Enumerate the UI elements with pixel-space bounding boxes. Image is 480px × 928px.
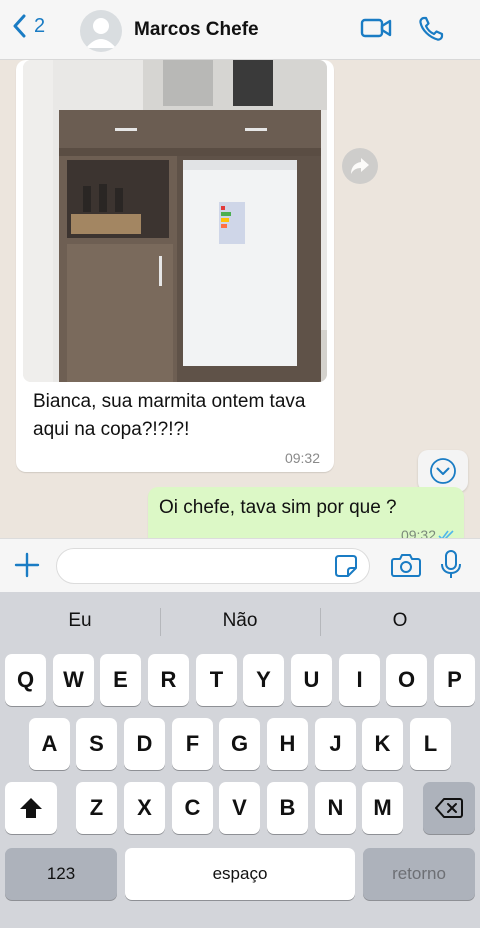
voice-note-button[interactable] [440,550,462,585]
video-camera-icon [360,18,392,38]
suggestion-2[interactable]: Não [160,592,320,650]
default-avatar-icon [86,18,116,48]
back-button[interactable]: 2 [12,14,45,38]
return-key[interactable]: retorno [363,848,475,900]
forward-button[interactable] [342,148,378,184]
key-j[interactable]: J [315,718,356,770]
key-x[interactable]: X [124,782,165,834]
space-key[interactable]: espaço [125,848,355,900]
key-d[interactable]: D [124,718,165,770]
message-photo[interactable] [23,60,327,382]
incoming-message-text: Bianca, sua marmita ontem tava aqui na c… [33,391,306,440]
keyboard: Eu Não O Q W E R T Y U I O P A S D F G H… [0,592,480,928]
attach-button[interactable] [14,552,40,583]
numbers-key[interactable]: 123 [5,848,117,900]
outgoing-message[interactable]: Oi chefe, tava sim por que ? 09:32 [148,487,464,538]
chevron-left-icon [13,14,26,38]
key-s[interactable]: S [76,718,117,770]
message-input[interactable] [56,548,370,584]
key-n[interactable]: N [315,782,356,834]
key-q[interactable]: Q [5,654,46,706]
key-l[interactable]: L [410,718,451,770]
outgoing-message-text: Oi chefe, tava sim por que ? [159,497,397,518]
key-b[interactable]: B [267,782,308,834]
sticker-icon [335,555,357,577]
shift-arrow-icon [20,798,42,818]
key-w[interactable]: W [53,654,94,706]
key-u[interactable]: U [291,654,332,706]
key-f[interactable]: F [172,718,213,770]
key-o[interactable]: O [386,654,427,706]
key-m[interactable]: M [362,782,403,834]
incoming-message[interactable]: Bianca, sua marmita ontem tava aqui na c… [16,60,334,472]
phone-icon [419,16,444,41]
backspace-icon [435,798,463,818]
key-r[interactable]: R [148,654,189,706]
backspace-key[interactable] [423,782,475,834]
microphone-icon [441,550,461,578]
chat-area[interactable]: Bianca, sua marmita ontem tava aqui na c… [0,60,480,538]
key-z[interactable]: Z [76,782,117,834]
key-h[interactable]: H [267,718,308,770]
key-t[interactable]: T [196,654,237,706]
sticker-button[interactable] [334,554,358,583]
forward-arrow-icon [351,158,369,174]
photo-image [23,60,327,382]
composer-bar [0,538,480,592]
unread-count: 2 [34,14,46,37]
key-a[interactable]: A [29,718,70,770]
scroll-to-bottom-button[interactable] [418,450,468,492]
plus-icon [14,552,40,578]
incoming-message-time: 09:32 [284,450,320,466]
outgoing-message-time: 09:32 [400,527,436,538]
voice-call-button[interactable] [418,16,444,47]
video-call-button[interactable] [360,16,392,45]
suggestion-1[interactable]: Eu [0,592,160,650]
key-k[interactable]: K [362,718,403,770]
key-v[interactable]: V [219,782,260,834]
contact-name[interactable]: Marcos Chefe [134,19,259,41]
camera-icon [391,554,421,577]
chat-header: 2 Marcos Chefe [0,0,480,60]
key-g[interactable]: G [219,718,260,770]
camera-button[interactable] [391,552,421,583]
key-e[interactable]: E [100,654,141,706]
read-receipt-icon [438,530,454,538]
key-c[interactable]: C [172,782,213,834]
avatar[interactable] [80,10,122,52]
key-p[interactable]: P [434,654,475,706]
key-i[interactable]: I [339,654,380,706]
suggestion-bar: Eu Não O [0,592,480,650]
key-y[interactable]: Y [243,654,284,706]
chevron-down-icon [430,458,456,484]
suggestion-3[interactable]: O [320,592,480,650]
shift-key[interactable] [5,782,57,834]
